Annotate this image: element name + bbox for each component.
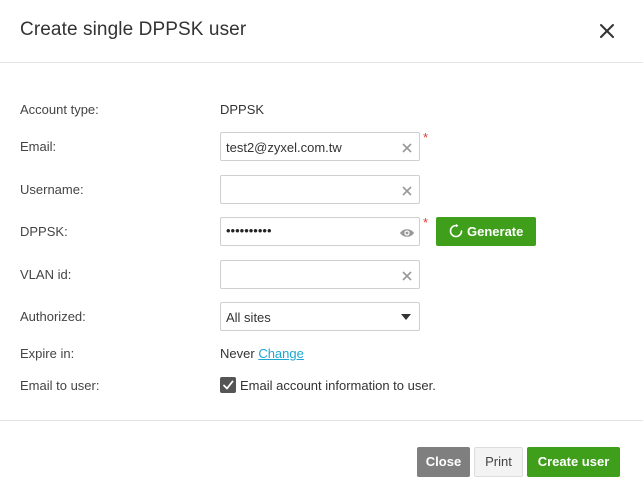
username-label: Username: bbox=[20, 182, 84, 197]
create-user-button[interactable]: Create user bbox=[527, 447, 620, 477]
dppsk-field[interactable]: •••••••••• bbox=[220, 217, 420, 246]
create-dppsk-user-dialog: Create single DPPSK user Account type: D… bbox=[0, 0, 643, 483]
dialog-title: Create single DPPSK user bbox=[20, 19, 247, 40]
refresh-icon bbox=[449, 224, 463, 238]
close-icon[interactable] bbox=[596, 20, 618, 42]
vlan-id-field[interactable] bbox=[220, 260, 420, 289]
change-expire-link[interactable]: Change bbox=[258, 346, 304, 361]
email-label: Email: bbox=[20, 139, 57, 154]
email-field[interactable]: test2@zyxel.com.tw bbox=[220, 132, 420, 161]
vlan-id-label: VLAN id: bbox=[20, 267, 72, 282]
close-button[interactable]: Close bbox=[417, 447, 470, 477]
eye-icon[interactable] bbox=[399, 226, 415, 238]
email-to-user-checkbox-label[interactable]: Email account information to user. bbox=[240, 378, 436, 393]
chevron-down-icon bbox=[401, 314, 411, 320]
clear-icon[interactable] bbox=[401, 269, 413, 281]
clear-icon[interactable] bbox=[401, 184, 413, 196]
clear-icon[interactable] bbox=[401, 141, 413, 153]
email-to-user-label: Email to user: bbox=[20, 378, 100, 393]
print-button[interactable]: Print bbox=[474, 447, 523, 477]
dppsk-masked-value: •••••••••• bbox=[226, 223, 272, 238]
dialog-header: Create single DPPSK user bbox=[0, 0, 643, 63]
footer-divider bbox=[0, 420, 643, 421]
email-required-mark: * bbox=[423, 130, 429, 145]
dppsk-label: DPPSK: bbox=[20, 224, 68, 239]
account-type-label: Account type: bbox=[20, 102, 99, 117]
generate-button[interactable]: Generate bbox=[436, 217, 536, 246]
dppsk-required-mark: * bbox=[423, 215, 429, 230]
account-type-value: DPPSK bbox=[220, 102, 265, 117]
authorized-selected-value: All sites bbox=[226, 310, 271, 325]
email-to-user-checkbox[interactable] bbox=[220, 377, 236, 393]
authorized-label: Authorized: bbox=[20, 309, 86, 324]
generate-button-label: Generate bbox=[467, 224, 524, 239]
expire-in-value: Never bbox=[220, 346, 255, 361]
email-field-value: test2@zyxel.com.tw bbox=[226, 140, 342, 155]
authorized-select[interactable]: All sites bbox=[220, 302, 420, 331]
expire-in-row: Never Change bbox=[220, 346, 304, 361]
check-icon bbox=[223, 380, 234, 390]
username-field[interactable] bbox=[220, 175, 420, 204]
expire-in-label: Expire in: bbox=[20, 346, 75, 361]
